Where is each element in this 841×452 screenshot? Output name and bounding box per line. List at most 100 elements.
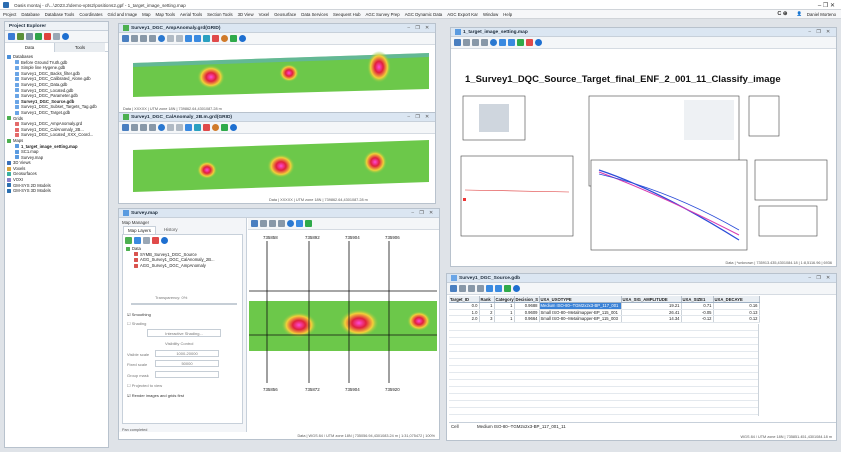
window-controls[interactable]: – ❐ ✕ bbox=[808, 276, 832, 281]
sort-icon[interactable] bbox=[468, 285, 475, 292]
run-icon[interactable] bbox=[504, 285, 511, 292]
table-cell[interactable]: -0.12 bbox=[681, 315, 714, 323]
menu-section-tools[interactable]: Section Tools bbox=[207, 12, 232, 17]
table-cell[interactable]: 14.34 bbox=[621, 315, 682, 323]
zoom-in-icon[interactable] bbox=[472, 39, 479, 46]
open-icon[interactable] bbox=[8, 33, 15, 40]
help-icon[interactable] bbox=[161, 237, 168, 244]
menu-agc-dynamic-data[interactable]: AGC Dynamic Data bbox=[405, 12, 443, 17]
help-icon[interactable] bbox=[230, 124, 237, 131]
pan-icon[interactable] bbox=[260, 220, 267, 227]
tab-tools[interactable]: Tools bbox=[55, 42, 105, 52]
record-icon[interactable] bbox=[44, 33, 51, 40]
profile-icon[interactable] bbox=[194, 35, 201, 42]
pointer-icon[interactable] bbox=[122, 124, 129, 131]
cell-value-input[interactable]: Medium ISO-80--TGM2x2x3-BP_117_001_11 bbox=[477, 424, 566, 429]
pointer-icon[interactable] bbox=[122, 35, 129, 42]
new-icon[interactable] bbox=[17, 33, 24, 40]
group-icon[interactable] bbox=[134, 237, 141, 244]
list-icon[interactable] bbox=[26, 33, 33, 40]
menu-map[interactable]: Map bbox=[142, 12, 150, 17]
menu-help[interactable]: Help bbox=[503, 12, 512, 17]
full-extent-icon[interactable] bbox=[287, 220, 294, 227]
menu-data-services[interactable]: Data Services bbox=[301, 12, 328, 17]
chart-icon[interactable] bbox=[486, 285, 493, 292]
list-icon[interactable] bbox=[459, 285, 466, 292]
menu-agc-survey-prep[interactable]: AGC Survey Prep bbox=[366, 12, 400, 17]
run-icon[interactable] bbox=[221, 124, 228, 131]
menu-3d-view[interactable]: 3D View bbox=[238, 12, 254, 17]
help-icon[interactable] bbox=[535, 39, 542, 46]
zoom-out-icon[interactable] bbox=[481, 39, 488, 46]
menu-aerial-tools[interactable]: Aerial Tools bbox=[180, 12, 202, 17]
zoom-out-icon[interactable] bbox=[149, 35, 156, 42]
layer-icon[interactable] bbox=[499, 39, 506, 46]
table-icon[interactable] bbox=[495, 285, 502, 292]
help-icon[interactable] bbox=[62, 33, 69, 40]
pan-icon[interactable] bbox=[463, 39, 470, 46]
full-extent-icon[interactable] bbox=[490, 39, 497, 46]
window-controls[interactable]: – ❐ ✕ bbox=[407, 26, 431, 31]
zoom-in-icon[interactable] bbox=[140, 35, 147, 42]
menu-agc-export[interactable]: AGC Export Kar bbox=[447, 12, 478, 17]
delete-icon[interactable] bbox=[152, 237, 159, 244]
menu-grid-and-image[interactable]: Grid and Image bbox=[108, 12, 138, 17]
help-icon[interactable] bbox=[513, 285, 520, 292]
table-cell[interactable]: 0.9664 bbox=[514, 315, 540, 323]
zoom-in-icon[interactable] bbox=[140, 124, 147, 131]
point-icon[interactable] bbox=[221, 35, 228, 42]
layer-icon[interactable] bbox=[185, 124, 192, 131]
window-controls[interactable]: – ❐ ✕ bbox=[411, 211, 435, 216]
help-icon[interactable] bbox=[239, 35, 246, 42]
back-icon[interactable] bbox=[167, 124, 174, 131]
smoothing-checkbox[interactable]: ☑ Smoothing bbox=[127, 312, 151, 317]
back-icon[interactable] bbox=[167, 35, 174, 42]
window-controls[interactable]: – ❐ ✕ bbox=[808, 30, 832, 35]
list-icon[interactable] bbox=[143, 237, 150, 244]
zoom-out-icon[interactable] bbox=[149, 124, 156, 131]
menu-map-tools[interactable]: Map Tools bbox=[155, 12, 175, 17]
color-icon[interactable] bbox=[203, 35, 210, 42]
menu-geosurface[interactable]: Geosurface bbox=[274, 12, 296, 17]
menu-seequent-hub[interactable]: Seequent Hub bbox=[333, 12, 360, 17]
forward-icon[interactable] bbox=[176, 35, 183, 42]
group-mask-input[interactable] bbox=[155, 371, 219, 378]
layer-icon[interactable] bbox=[185, 35, 192, 42]
target-plots[interactable] bbox=[459, 90, 835, 255]
run-icon[interactable] bbox=[517, 39, 524, 46]
full-extent-icon[interactable] bbox=[158, 124, 165, 131]
menu-coordinates[interactable]: Coordinates bbox=[79, 12, 102, 17]
table-cell[interactable]: 3 bbox=[479, 315, 495, 323]
table-cell[interactable]: 1 bbox=[494, 315, 515, 323]
stop-icon[interactable] bbox=[53, 33, 60, 40]
tab-map-layers[interactable]: Map Layers bbox=[123, 226, 156, 234]
projected-view-checkbox[interactable]: ☐ Projected to view bbox=[127, 383, 162, 388]
window-controls[interactable]: – ❐ ✕ bbox=[818, 2, 835, 9]
transparency-slider[interactable] bbox=[131, 303, 237, 305]
user-name[interactable]: Daniel Morteno bbox=[807, 12, 836, 17]
table-cell[interactable]: 0.12 bbox=[713, 315, 760, 323]
layer-item[interactable]: AGG_Survey1_DGC_AmpAnomaly bbox=[126, 263, 242, 269]
menu-voxel[interactable]: Voxel bbox=[259, 12, 270, 17]
pan-icon[interactable] bbox=[131, 35, 138, 42]
pan-icon[interactable] bbox=[131, 124, 138, 131]
point-icon[interactable] bbox=[212, 124, 219, 131]
table-cell[interactable]: Small ISO-80--Metalmapper-BP_115_003 bbox=[539, 315, 622, 323]
survey-map-view[interactable]: 735858 735892 735904 735906 735856 73587… bbox=[249, 233, 437, 429]
zoom-in-icon[interactable] bbox=[269, 220, 276, 227]
table-cell-selected[interactable]: Medium ISO-80--TGM2x2x3-BP_117_001 bbox=[539, 302, 622, 310]
table-row[interactable]: 2.0 3 1 0.9664 Small ISO-80--Metalmapper… bbox=[449, 315, 760, 323]
color-icon[interactable] bbox=[194, 124, 201, 131]
anomaly-icon[interactable] bbox=[212, 35, 219, 42]
tab-data[interactable]: Data bbox=[5, 42, 55, 52]
forward-icon[interactable] bbox=[176, 124, 183, 131]
full-extent-icon[interactable] bbox=[158, 35, 165, 42]
grid-image-amp[interactable] bbox=[131, 49, 431, 101]
add-layer-icon[interactable] bbox=[125, 237, 132, 244]
run-icon[interactable] bbox=[35, 33, 42, 40]
zoom-out-icon[interactable] bbox=[278, 220, 285, 227]
filter-icon[interactable] bbox=[477, 285, 484, 292]
anomaly-icon[interactable] bbox=[203, 124, 210, 131]
menu-project[interactable]: Project bbox=[3, 12, 16, 17]
menu-database-tools[interactable]: Database Tools bbox=[45, 12, 75, 17]
